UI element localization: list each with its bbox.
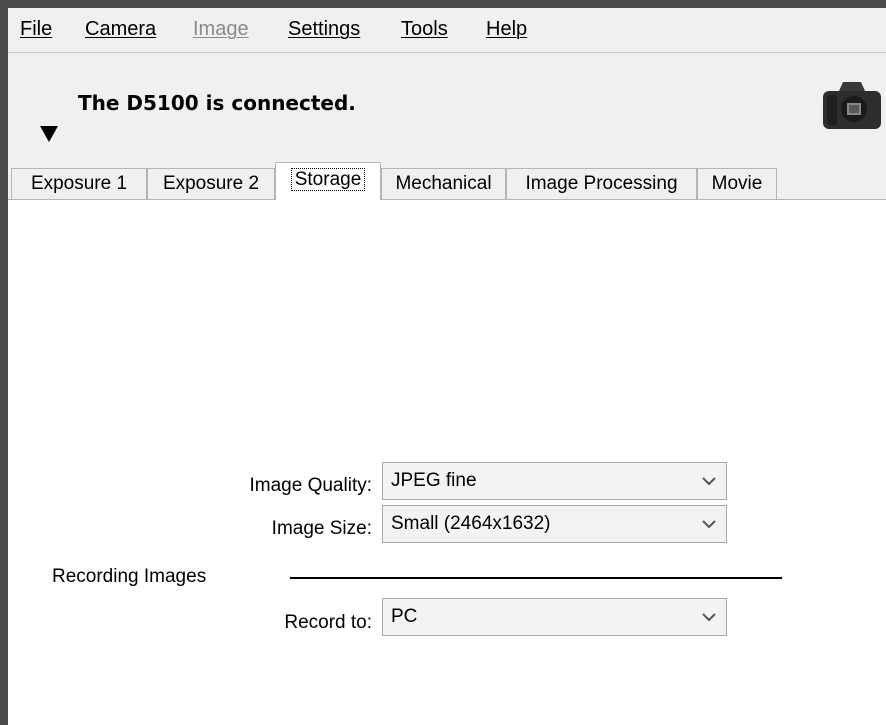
tab-movie[interactable]: Movie <box>697 168 777 199</box>
image-quality-select[interactable]: JPEG fine <box>382 462 727 500</box>
status-area: The D5100 is connected. <box>8 53 886 166</box>
tab-image-processing[interactable]: Image Processing <box>506 168 697 199</box>
camera-icon <box>823 82 881 129</box>
tab-label: Image Processing <box>525 173 678 194</box>
storage-panel: Image Quality: JPEG fine Image Size: Sma… <box>8 200 886 725</box>
app-window: File Camera Image Settings Tools Help Th… <box>8 8 886 725</box>
expand-triangle-icon[interactable] <box>40 126 58 142</box>
section-divider <box>290 577 782 579</box>
tab-bar: Exposure 1 Exposure 2 Storage Mechanical… <box>8 160 886 200</box>
tab-label: Mechanical <box>395 173 492 194</box>
tab-exposure-1[interactable]: Exposure 1 <box>11 168 147 199</box>
chevron-down-icon <box>702 613 716 622</box>
tab-label: Storage <box>290 168 366 191</box>
tab-label: Movie <box>711 173 763 194</box>
image-size-value: Small (2464x1632) <box>391 513 551 534</box>
tab-storage[interactable]: Storage <box>275 162 381 200</box>
chevron-down-icon <box>702 520 716 529</box>
menu-file[interactable]: File <box>20 18 52 41</box>
record-to-select[interactable]: PC <box>382 598 727 636</box>
image-quality-label: Image Quality: <box>249 475 373 496</box>
recording-images-heading: Recording Images <box>52 566 207 587</box>
tab-exposure-2[interactable]: Exposure 2 <box>147 168 275 199</box>
menu-tools[interactable]: Tools <box>401 18 448 41</box>
tab-mechanical[interactable]: Mechanical <box>381 168 506 199</box>
image-quality-value: JPEG fine <box>391 470 477 491</box>
menu-settings[interactable]: Settings <box>288 18 360 41</box>
image-size-select[interactable]: Small (2464x1632) <box>382 505 727 543</box>
tab-label: Exposure 2 <box>162 173 260 194</box>
menu-camera[interactable]: Camera <box>85 18 156 41</box>
record-to-value: PC <box>391 606 418 627</box>
tab-label: Exposure 1 <box>30 173 128 194</box>
menu-help[interactable]: Help <box>486 18 527 41</box>
image-size-label: Image Size: <box>271 518 372 539</box>
connection-status: The D5100 is connected. <box>78 91 356 115</box>
menu-bar: File Camera Image Settings Tools Help <box>8 8 886 53</box>
record-to-label: Record to: <box>284 612 372 633</box>
chevron-down-icon <box>702 477 716 486</box>
menu-image: Image <box>193 18 249 40</box>
